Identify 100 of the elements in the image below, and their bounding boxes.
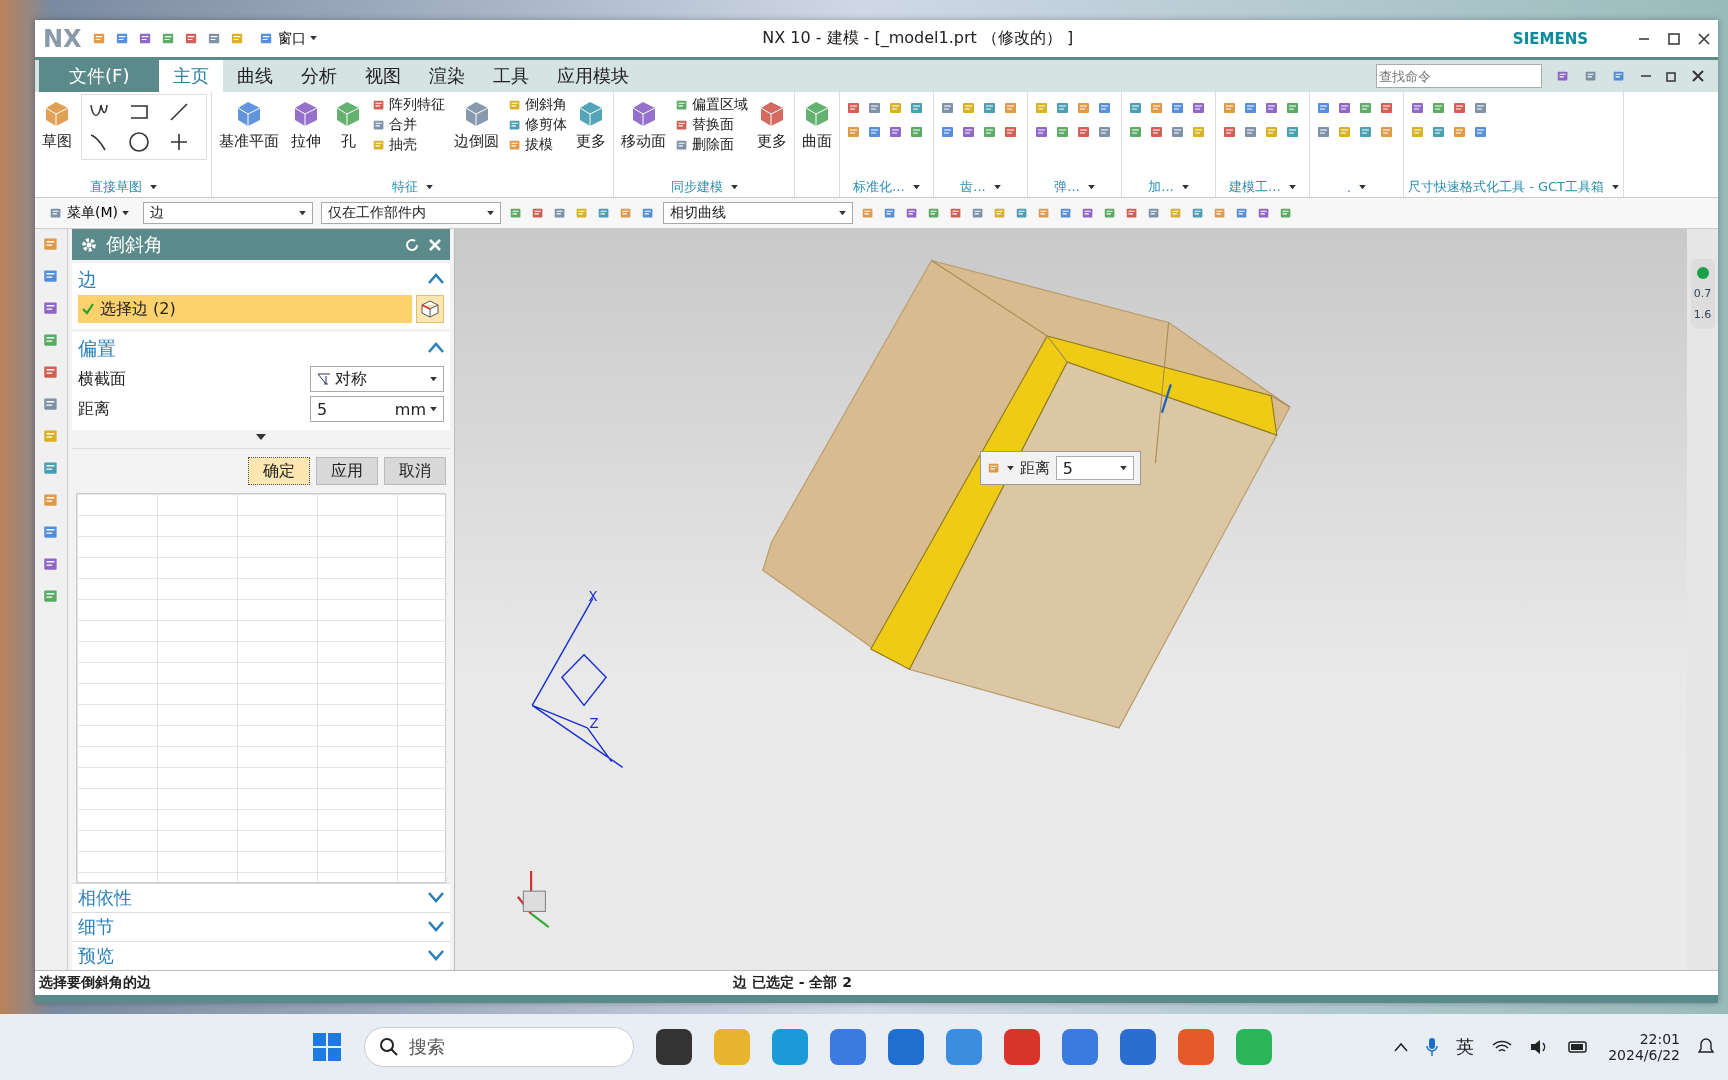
group-menu-icon[interactable] [1359,184,1367,190]
tool-icon[interactable] [982,100,998,116]
tool-icon[interactable] [114,31,130,46]
tool-icon[interactable] [940,124,956,140]
tool-icon[interactable] [905,206,919,220]
tool-icon[interactable] [1222,100,1238,116]
graphics-viewport[interactable]: X Z 距离 5 [455,229,1687,970]
tool-icon[interactable] [940,100,956,116]
tool-icon[interactable] [206,31,222,46]
distance-field[interactable]: 5 [1055,456,1134,481]
group-menu-icon[interactable] [149,184,157,190]
ribbon-command[interactable]: 移动面 [618,94,669,155]
tool-icon[interactable] [1191,100,1207,116]
sketch-tool-icon[interactable] [168,131,190,153]
tool-icon[interactable] [42,235,60,253]
ribbon-command[interactable]: 基准平面 [216,94,282,155]
tool-icon[interactable] [1191,124,1207,140]
caret-icon[interactable] [309,36,317,41]
ribbon-tab[interactable]: 应用模块 [543,60,644,92]
tool-icon[interactable] [846,124,862,140]
group-menu-icon[interactable] [1181,184,1189,190]
tool-icon[interactable] [993,206,1007,220]
tool-icon[interactable] [42,587,60,605]
cross-section-dropdown[interactable]: 对称 [310,366,444,392]
ribbon-command[interactable]: 边倒圆 [451,94,502,155]
tool-icon[interactable] [91,31,107,46]
curve-rule-dropdown[interactable]: 相切曲线 [663,202,853,224]
caret-icon[interactable] [299,210,306,216]
tool-icon[interactable] [1358,124,1374,140]
group-menu-icon[interactable] [1087,184,1095,190]
notification-bell-icon[interactable] [1698,1038,1714,1056]
ribbon-command[interactable]: 替换面 [675,116,748,134]
tool-icon[interactable] [575,206,589,220]
group-menu-icon[interactable] [1612,184,1620,190]
tool-icon[interactable] [982,124,998,140]
type-filter-dropdown[interactable]: 边 [143,202,313,224]
tool-icon[interactable] [1055,124,1071,140]
tool-icon[interactable] [675,138,689,152]
menu-button[interactable]: 菜单(M) [43,203,135,223]
tool-icon[interactable] [42,267,60,285]
ribbon-tab[interactable]: 主页 [159,60,224,92]
caret-icon[interactable] [839,210,846,216]
tool-icon[interactable] [1257,206,1271,220]
close-icon[interactable] [1698,32,1710,45]
ribbon-tab[interactable]: 曲线 [223,60,288,92]
tool-icon[interactable] [42,555,60,573]
tool-icon[interactable] [909,100,925,116]
tool-icon[interactable] [1358,100,1374,116]
tool-icon[interactable] [1337,124,1353,140]
tool-icon[interactable] [1003,124,1019,140]
settings-icon[interactable] [80,235,98,254]
cube-icon[interactable] [416,295,444,323]
tool-icon[interactable] [49,206,63,220]
file-menu[interactable]: 文件(F) [39,60,160,92]
tool-icon[interactable] [927,206,941,220]
tool-icon[interactable] [1128,124,1144,140]
tool-icon[interactable] [160,31,176,46]
tool-icon[interactable] [1243,100,1259,116]
microphone-icon[interactable] [1426,1037,1439,1057]
tool-icon[interactable] [1410,124,1426,140]
tool-icon[interactable] [1264,124,1280,140]
tool-icon[interactable] [509,206,523,220]
tool-icon[interactable] [961,100,977,116]
caret-icon[interactable] [430,376,437,382]
ime-indicator[interactable]: 英 [1456,1035,1475,1059]
tool-icon[interactable] [1379,100,1395,116]
chevron-up-icon[interactable] [1394,1042,1409,1052]
tool-icon[interactable] [1149,100,1165,116]
ribbon-command[interactable]: 删除面 [675,136,748,154]
caret-icon[interactable] [430,406,437,412]
tool-icon[interactable] [1076,100,1092,116]
tool-icon[interactable] [1059,206,1073,220]
tool-icon[interactable] [1076,124,1092,140]
tool-icon[interactable] [961,124,977,140]
tool-icon[interactable] [1170,124,1186,140]
ribbon-command[interactable]: 阵列特征 [372,96,445,114]
tool-icon[interactable] [42,459,60,477]
tool-icon[interactable] [1279,206,1293,220]
tool-icon[interactable] [971,206,985,220]
scope-dropdown[interactable]: 仅在工作部件内 [321,202,501,224]
tool-icon[interactable] [372,118,386,132]
dialog-button[interactable]: 确定 [248,457,310,485]
tool-icon[interactable] [1264,100,1280,116]
tool-icon[interactable] [861,206,875,220]
tool-icon[interactable] [1612,69,1626,83]
tool-icon[interactable] [42,331,60,349]
tool-icon[interactable] [508,98,522,112]
tool-icon[interactable] [42,395,60,413]
tool-icon[interactable] [1452,100,1468,116]
tool-icon[interactable] [619,206,633,220]
tool-icon[interactable] [1316,100,1332,116]
tool-icon[interactable] [1081,206,1095,220]
ribbon-command[interactable]: 偏置区域 [675,96,748,114]
tool-icon[interactable] [553,206,567,220]
ribbon-tab[interactable]: 分析 [287,60,352,92]
tool-icon[interactable] [1097,100,1113,116]
tool-icon[interactable] [1103,206,1117,220]
select-edge-row[interactable]: 选择边 (2) [78,295,412,323]
ribbon-command[interactable]: 草图 [39,94,75,155]
taskbar-search-field[interactable]: 搜索 [364,1027,635,1067]
